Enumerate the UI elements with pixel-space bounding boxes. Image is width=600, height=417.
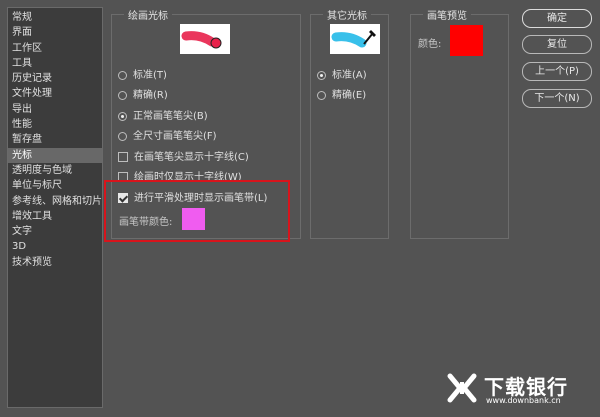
watermark-logo-icon [447, 373, 477, 403]
radio-icon [118, 90, 127, 100]
ok-button[interactable]: 确定 [522, 9, 592, 28]
reset-button[interactable]: 复位 [522, 35, 592, 54]
paint-precise-label: 精确(R) [133, 90, 168, 101]
crosshair-in-tip-checkbox[interactable]: 在画笔笔尖显示十字线(C) [118, 148, 249, 163]
paint-standard-label: 标准(T) [133, 70, 167, 81]
paint-normal-tip-option[interactable]: 正常画笔笔尖(B) [118, 107, 208, 122]
other-standard-label: 标准(A) [332, 70, 367, 81]
sidebar-item[interactable]: 透明度与色域 [8, 163, 102, 178]
brush-preview-title: 画笔预览 [423, 7, 471, 22]
preferences-sidebar: 常规 界面 工作区 工具 历史记录 文件处理 导出 性能 暂存盘 光标 透明度与色域 单位与标尺 参考线… [7, 7, 103, 408]
next-button[interactable]: 下一个(N) [522, 89, 592, 108]
sidebar-item[interactable]: 工具 [8, 56, 102, 71]
sidebar-item[interactable]: 历史记录 [8, 71, 102, 86]
sidebar-item[interactable]: 工作区 [8, 41, 102, 56]
sidebar-item[interactable]: 界面 [8, 25, 102, 40]
other-standard-option[interactable]: 标准(A) [317, 66, 367, 81]
sidebar-item[interactable]: 单位与标尺 [8, 178, 102, 193]
sidebar-item[interactable]: 3D [8, 239, 102, 254]
brush-stroke-icon [181, 31, 222, 49]
sidebar-item[interactable]: 暂存盘 [8, 132, 102, 147]
other-cursor-preview [330, 24, 380, 54]
paint-cursor-preview [180, 24, 230, 54]
radio-icon [317, 90, 326, 100]
other-precise-label: 精确(E) [332, 90, 367, 101]
other-cursor-title: 其它光标 [323, 7, 371, 22]
sidebar-item[interactable]: 性能 [8, 117, 102, 132]
radio-icon [118, 131, 127, 141]
brush-preview-color-swatch[interactable] [450, 25, 483, 56]
sidebar-item[interactable]: 技术预览 [8, 255, 102, 270]
sidebar-item[interactable]: 文件处理 [8, 86, 102, 101]
sidebar-item[interactable]: 导出 [8, 102, 102, 117]
sidebar-item[interactable]: 文字 [8, 224, 102, 239]
radio-icon [118, 70, 127, 80]
sidebar-item[interactable]: 参考线、网格和切片 [8, 194, 102, 209]
radio-selected-icon [118, 111, 127, 121]
radio-selected-icon [317, 70, 326, 80]
prev-button[interactable]: 上一个(P) [522, 62, 592, 81]
paint-full-tip-option[interactable]: 全尺寸画笔笔尖(F) [118, 127, 217, 142]
paint-precise-option[interactable]: 精确(R) [118, 86, 168, 101]
sidebar-item[interactable]: 光标 [8, 147, 102, 163]
eyedropper-stroke-icon [331, 30, 376, 48]
brush-preview-color-label: 颜色: [418, 39, 442, 50]
paint-standard-option[interactable]: 标准(T) [118, 66, 167, 81]
checkbox-icon [118, 152, 128, 162]
sidebar-item[interactable]: 增效工具 [8, 209, 102, 224]
paint-cursor-title: 绘画光标 [124, 7, 172, 22]
paint-full-tip-label: 全尺寸画笔笔尖(F) [133, 131, 217, 142]
watermark-url: www.downbank.cn [486, 396, 561, 405]
crosshair-in-tip-label: 在画笔笔尖显示十字线(C) [134, 152, 249, 163]
sidebar-item[interactable]: 常规 [8, 10, 102, 25]
paint-normal-tip-label: 正常画笔笔尖(B) [133, 111, 208, 122]
other-precise-option[interactable]: 精确(E) [317, 86, 366, 101]
highlight-frame [104, 180, 290, 242]
